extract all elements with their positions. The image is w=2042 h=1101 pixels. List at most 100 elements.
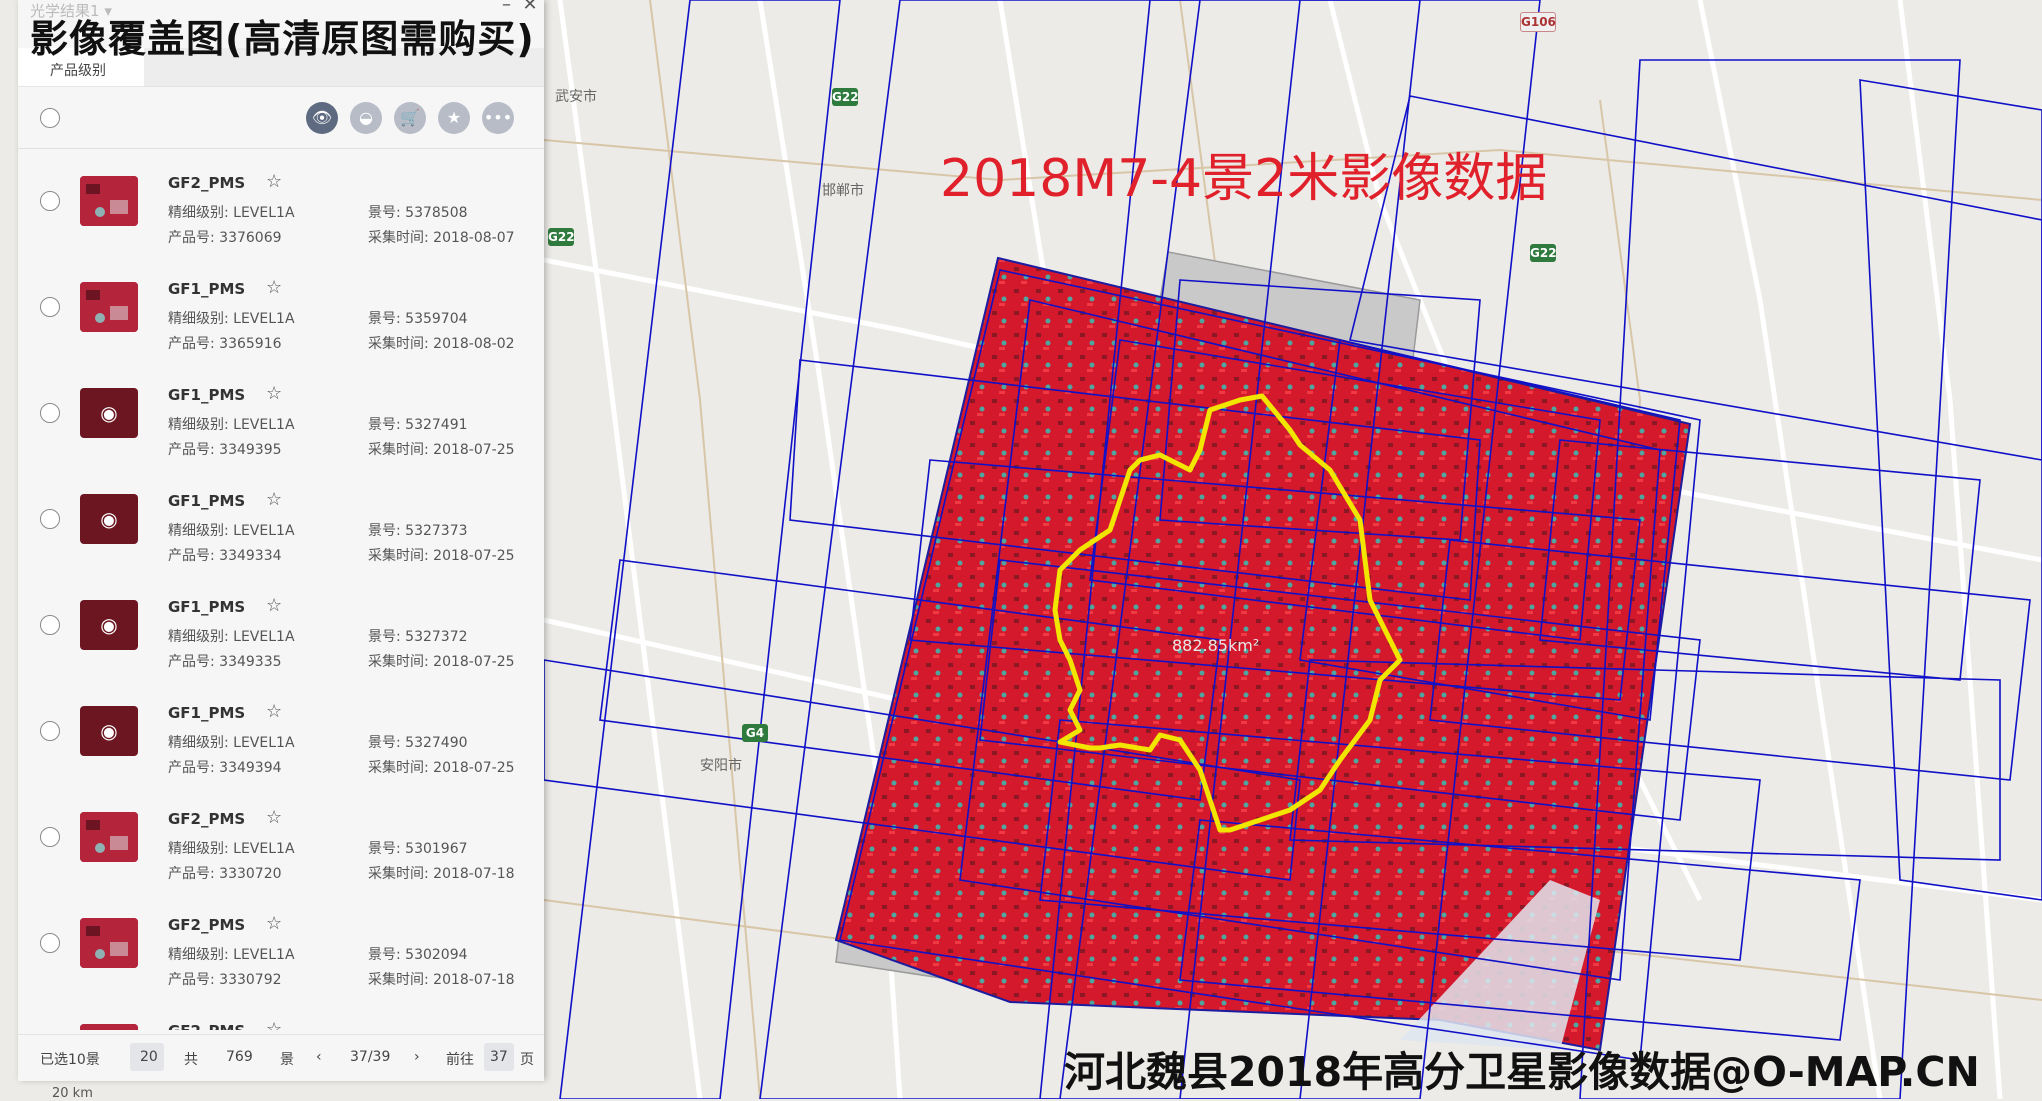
scene-thumbnail[interactable] [80, 176, 138, 226]
goto-suffix: 页 [520, 1052, 534, 1068]
thumbnail-image [80, 812, 138, 862]
row-select-radio[interactable] [40, 933, 60, 953]
cart-icon[interactable]: 🛒 [394, 102, 426, 134]
product-id: 产品号: 3365916 [168, 336, 282, 352]
scene-id: 景号: 5327373 [368, 523, 468, 539]
satellite-name: GF1_PMS [168, 598, 246, 616]
satellite-name: GF1_PMS [168, 704, 246, 722]
scene-thumbnail[interactable] [80, 1024, 138, 1030]
row-select-radio[interactable] [40, 191, 60, 211]
star-icon[interactable]: ★ [438, 102, 470, 134]
satellite-name: GF1_PMS [168, 492, 246, 510]
page-indicator: 37/39 [350, 1049, 391, 1065]
row-select-radio[interactable] [40, 509, 60, 529]
highway-shield: G4 [742, 724, 768, 742]
favorite-star-icon[interactable]: ☆ [266, 277, 282, 298]
scene-thumbnail[interactable]: ◉ [80, 600, 138, 650]
eye-icon[interactable]: ◉ [80, 600, 138, 650]
list-item[interactable]: GF1_PMS ☆ 精细级别: LEVEL1A 景号: 5359704 产品号: 336… [18, 256, 544, 363]
favorite-star-icon[interactable]: ☆ [266, 489, 282, 510]
scene-thumbnail[interactable] [80, 282, 138, 332]
favorite-star-icon[interactable]: ☆ [266, 807, 282, 828]
thumbnail-image [80, 918, 138, 968]
capture-time: 采集时间: 2018-07-18 [368, 972, 515, 988]
scene-thumbnail[interactable] [80, 812, 138, 862]
favorite-star-icon[interactable]: ☆ [266, 171, 282, 192]
scene-id: 景号: 5302094 [368, 947, 468, 963]
coverage-banner: 影像覆盖图(高清原图需购买) [30, 17, 535, 61]
product-id: 产品号: 3349395 [168, 442, 282, 458]
product-id: 产品号: 3330720 [168, 866, 282, 882]
favorite-star-icon[interactable]: ☆ [266, 595, 282, 616]
thumbnail-image [80, 1024, 138, 1030]
eye-icon[interactable]: 👁 [306, 102, 338, 134]
city-label: 武安市 [555, 89, 597, 105]
satellite-name: GF2_PMS [168, 174, 246, 192]
satellite-name: GF2_PMS [168, 1022, 245, 1030]
scene-thumbnail[interactable]: ◉ [80, 388, 138, 438]
scene-id: 景号: 5327490 [368, 735, 468, 751]
highway-shield: G22 [548, 228, 575, 246]
scene-id: 景号: 5378508 [368, 205, 468, 221]
prev-page-button[interactable]: ‹ [316, 1049, 322, 1065]
capture-time: 采集时间: 2018-07-25 [368, 654, 515, 670]
list-item[interactable]: GF2_PMS ☆ 精细级别: LEVEL1A 景号: 5378508 产品号: 337… [18, 150, 544, 257]
goto-prefix: 前往 [446, 1052, 474, 1068]
product-id: 产品号: 3349334 [168, 548, 282, 564]
list-item[interactable]: ◉ GF1_PMS ☆ 精细级别: LEVEL1A 景号: 5327491 产品号: 33… [18, 362, 544, 469]
select-all-radio[interactable] [40, 108, 60, 128]
favorite-star-icon[interactable]: ☆ [266, 383, 282, 404]
row-select-radio[interactable] [40, 721, 60, 741]
scene-thumbnail[interactable] [80, 918, 138, 968]
satellite-name: GF2_PMS [168, 810, 246, 828]
results-panel: 光学结果1 ▾ – ✕ 产品级别 👁 ◒ 🛒 ★ ••• GF2_PMS ☆ 精细级… [18, 0, 544, 1081]
map-title: 2018M7-4景2米影像数据 [940, 149, 1548, 209]
favorite-star-icon[interactable]: ☆ [266, 913, 282, 934]
total-suffix: 景 [280, 1052, 294, 1068]
page-size-value: 20 [140, 1049, 158, 1065]
list-item[interactable]: ◉ GF1_PMS ☆ 精细级别: LEVEL1A 景号: 5327490 产品号: 33… [18, 680, 544, 787]
row-select-radio[interactable] [40, 403, 60, 423]
list-item[interactable]: GF2_PMS ☆ [18, 998, 544, 1030]
selected-count: 已选10景 [40, 1052, 100, 1068]
favorite-star-icon[interactable]: ☆ [266, 1019, 282, 1030]
pagination-bar: 已选10景 20 共 769 景 ‹ 37/39 › 前往 37 页 [18, 1034, 544, 1081]
scene-id: 景号: 5327372 [368, 629, 468, 645]
row-select-radio[interactable] [40, 615, 60, 635]
list-item[interactable]: ◉ GF1_PMS ☆ 精细级别: LEVEL1A 景号: 5327372 产品号: 33… [18, 574, 544, 681]
level-text: 精细级别: LEVEL1A [168, 205, 295, 221]
product-id: 产品号: 3376069 [168, 230, 282, 246]
list-item[interactable]: GF2_PMS ☆ 精细级别: LEVEL1A 景号: 5302094 产品号: 333… [18, 892, 544, 999]
scene-thumbnail[interactable]: ◉ [80, 706, 138, 756]
favorite-star-icon[interactable]: ☆ [266, 701, 282, 722]
thumbnail-image [80, 282, 138, 332]
results-toolbar: 👁 ◒ 🛒 ★ ••• [18, 88, 544, 149]
row-select-radio[interactable] [40, 827, 60, 847]
level-text: 精细级别: LEVEL1A [168, 841, 295, 857]
goto-page-value: 37 [490, 1049, 508, 1065]
satellite-name: GF1_PMS [168, 386, 246, 404]
highway-shield: G22 [1530, 244, 1557, 262]
capture-time: 采集时间: 2018-07-25 [368, 760, 515, 776]
scene-list: GF2_PMS ☆ 精细级别: LEVEL1A 景号: 5378508 产品号: 337… [18, 150, 544, 1030]
eye-icon[interactable]: ◉ [80, 388, 138, 438]
scene-id: 景号: 5327491 [368, 417, 468, 433]
product-id: 产品号: 3330792 [168, 972, 282, 988]
level-text: 精细级别: LEVEL1A [168, 523, 295, 539]
satellite-name: GF1_PMS [168, 280, 246, 298]
product-id: 产品号: 3349335 [168, 654, 282, 670]
eye-icon[interactable]: ◉ [80, 494, 138, 544]
next-page-button[interactable]: › [414, 1049, 420, 1065]
list-item[interactable]: GF2_PMS ☆ 精细级别: LEVEL1A 景号: 5301967 产品号: 333… [18, 786, 544, 893]
tab-label: 产品级别 [50, 63, 106, 79]
area-measure-label: 882.85km² [1172, 636, 1260, 655]
scene-thumbnail[interactable]: ◉ [80, 494, 138, 544]
more-icon[interactable]: ••• [482, 102, 514, 134]
basket-icon[interactable]: ◒ [350, 102, 382, 134]
row-select-radio[interactable] [40, 297, 60, 317]
list-item[interactable]: ◉ GF1_PMS ☆ 精细级别: LEVEL1A 景号: 5327373 产品号: 33… [18, 468, 544, 575]
eye-icon[interactable]: ◉ [80, 706, 138, 756]
level-text: 精细级别: LEVEL1A [168, 629, 295, 645]
scene-id: 景号: 5359704 [368, 311, 468, 327]
level-text: 精细级别: LEVEL1A [168, 947, 295, 963]
